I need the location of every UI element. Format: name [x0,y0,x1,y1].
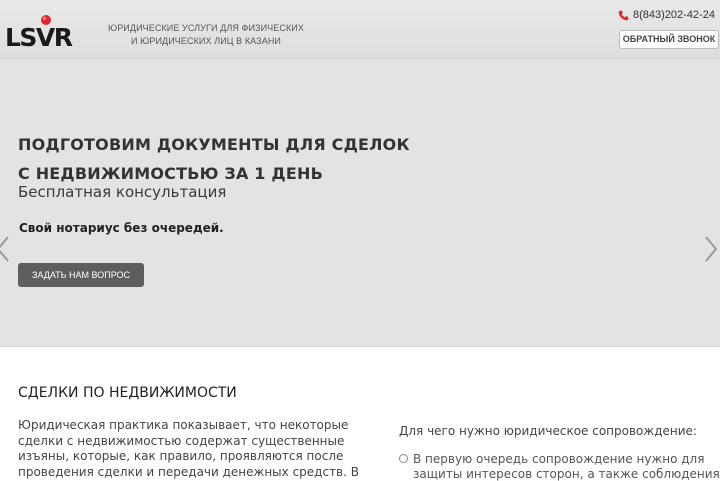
callback-button[interactable]: ОБРАТНЫЙ ЗВОНОК [619,30,719,49]
tagline-line: ЮРИДИЧЕСКИЕ УСЛУГИ ДЛЯ ФИЗИЧЕСКИХ [96,22,316,35]
hero-title: ПОДГОТОВИМ ДОКУМЕНТЫ ДЛЯ СДЕЛОК С НЕДВИЖ… [18,130,410,188]
side-list-item: В первую очередь сопровождение нужно для… [399,452,720,481]
side-item-line: В первую очередь сопровождение нужно для [413,452,720,467]
intro-paragraph: Юридическая практика показывает, что нек… [18,418,358,480]
paragraph-line: проведения сделки и передачи денежных ср… [18,465,358,481]
paragraph-line: изъяны, которые, как правило, проявляютс… [18,449,358,465]
hero-title-line: ПОДГОТОВИМ ДОКУМЕНТЫ ДЛЯ СДЕЛОК [18,130,410,159]
hero-subtitle: Бесплатная консультация [18,183,226,201]
tagline-line: И ЮРИДИЧЕСКИХ ЛИЦ В КАЗАНИ [96,35,316,48]
hero-note: Свой нотариус без очередей. [19,221,224,235]
phone-link[interactable]: 8(843)202-42-24 [618,9,715,21]
side-item-text: В первую очередь сопровождение нужно для… [399,452,720,481]
phone-icon [618,10,629,21]
site-tagline: ЮРИДИЧЕСКИЕ УСЛУГИ ДЛЯ ФИЗИЧЕСКИХ И ЮРИД… [96,22,316,48]
chevron-left-icon[interactable] [0,235,11,263]
site-logo[interactable]: LSVR [4,13,84,53]
site-header: LSVR ЮРИДИЧЕСКИЕ УСЛУГИ ДЛЯ ФИЗИЧЕСКИХ И… [0,0,720,59]
side-title: Для чего нужно юридическое сопровождение… [399,424,697,438]
chevron-right-icon[interactable] [703,235,719,263]
side-item-line: защиты интересов сторон, а также соблюде… [413,467,720,481]
paragraph-line: сделки с недвижимостью содержат существе… [18,434,358,450]
phone-number[interactable]: 8(843)202-42-24 [633,9,715,21]
logo-text: LSVR [5,23,73,52]
section-title: СДЕЛКИ ПО НЕДВИЖИМОСТИ [18,385,237,401]
paragraph-line: Юридическая практика показывает, что нек… [18,418,358,434]
ask-question-button[interactable]: ЗАДАТЬ НАМ ВОПРОС [18,263,144,287]
radio-bullet-icon[interactable] [399,454,408,463]
hero-slider: ПОДГОТОВИМ ДОКУМЕНТЫ ДЛЯ СДЕЛОК С НЕДВИЖ… [0,59,720,347]
